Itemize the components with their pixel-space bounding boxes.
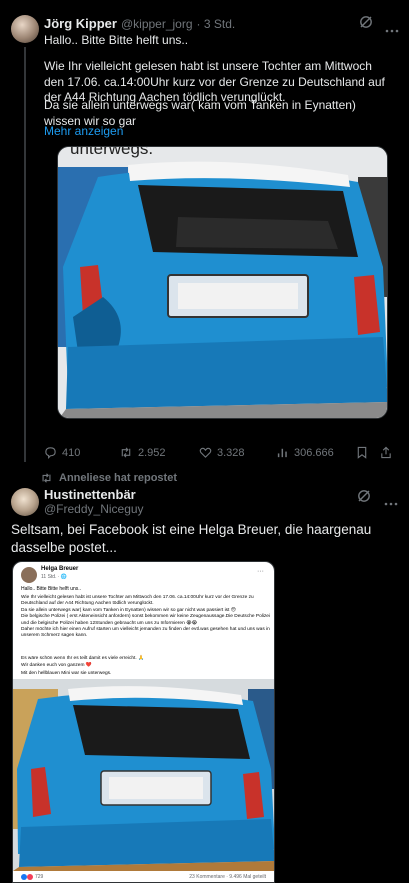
tweet-text: Seltsam, bei Facebook ist eine Helga Bre…	[11, 522, 372, 555]
repost-label-text: Anneliese hat repostet	[59, 472, 177, 484]
avatar[interactable]	[11, 488, 39, 516]
like-count: 3.328	[217, 446, 245, 459]
fb-line1: Hallo.. Bitte Bitte helft uns..	[21, 586, 82, 592]
tweet-header: Jörg Kipper @kipper_jorg · 3 Std.	[44, 16, 235, 31]
reply-count: 410	[62, 446, 81, 459]
thread-line	[24, 47, 26, 462]
fb-line-c: Wir danken euch von ganzem ❤️	[21, 663, 92, 668]
retweet-icon	[121, 447, 131, 458]
fb-name: Helga Breuer	[41, 566, 79, 572]
fb-comments-shares: 23 Kommentare · 9.496 Mal geteilt	[189, 874, 266, 880]
show-more-link[interactable]: Mehr anzeigen	[44, 124, 123, 138]
author-handle[interactable]: @kipper_jorg	[121, 17, 193, 31]
views-count: 306.666	[294, 446, 334, 459]
retweet-icon	[42, 473, 51, 483]
more-options-icon[interactable]	[385, 21, 399, 33]
author-name[interactable]: Jörg Kipper	[44, 16, 117, 31]
fb-car-photo	[13, 679, 274, 871]
views-button[interactable]: 306.666	[276, 446, 334, 459]
tweet-image[interactable]: unterwegs.	[57, 146, 388, 419]
fb-more-icon: ···	[257, 568, 264, 575]
repost-label[interactable]: Anneliese hat repostet	[40, 472, 177, 484]
grok-icon[interactable]	[357, 489, 371, 503]
avatar[interactable]	[11, 15, 39, 43]
views-icon	[277, 448, 287, 458]
bookmark-icon[interactable]	[356, 446, 368, 462]
share-icon[interactable]	[380, 446, 392, 462]
facebook-screenshot-image[interactable]: Helga Breuer 11 Std. · 🌐 ··· Hallo.. Bit…	[12, 561, 275, 883]
fb-reaction-count: 729	[35, 874, 44, 880]
fb-body: Wie Ihr vielleicht gelesen habt ist unse…	[21, 595, 271, 639]
like-button[interactable]: 3.328	[199, 446, 245, 459]
author-handle[interactable]: @Freddy_Niceguy	[44, 502, 144, 516]
retweet-button[interactable]: 2.952	[119, 446, 166, 459]
car-photo-icon	[13, 679, 274, 871]
fb-avatar	[21, 567, 37, 583]
retweet-count: 2.952	[138, 446, 166, 459]
fb-love-icon	[27, 874, 33, 880]
reply-button[interactable]: 410	[44, 446, 80, 459]
author-name[interactable]: Hustinettenbär	[44, 487, 136, 502]
fb-line-d: Mit den hellblauen Mini war sie unterweg…	[21, 671, 112, 676]
more-options-icon[interactable]	[384, 494, 398, 506]
fb-time: 11 Std. · 🌐	[41, 574, 68, 580]
image-caption-fragment: unterwegs.	[70, 146, 154, 158]
fb-reactions: 729	[21, 874, 43, 880]
reply-icon	[45, 447, 56, 459]
grok-icon[interactable]	[359, 15, 373, 29]
fb-line-b: Es wäre schön wenn Ihr es teilt damit es…	[21, 656, 145, 661]
tweet-text-line1: Hallo.. Bitte Bitte helft uns..	[44, 33, 189, 47]
tweet-time[interactable]: · 3 Std.	[197, 17, 236, 31]
car-photo-icon	[58, 147, 387, 418]
heart-icon	[199, 447, 212, 458]
